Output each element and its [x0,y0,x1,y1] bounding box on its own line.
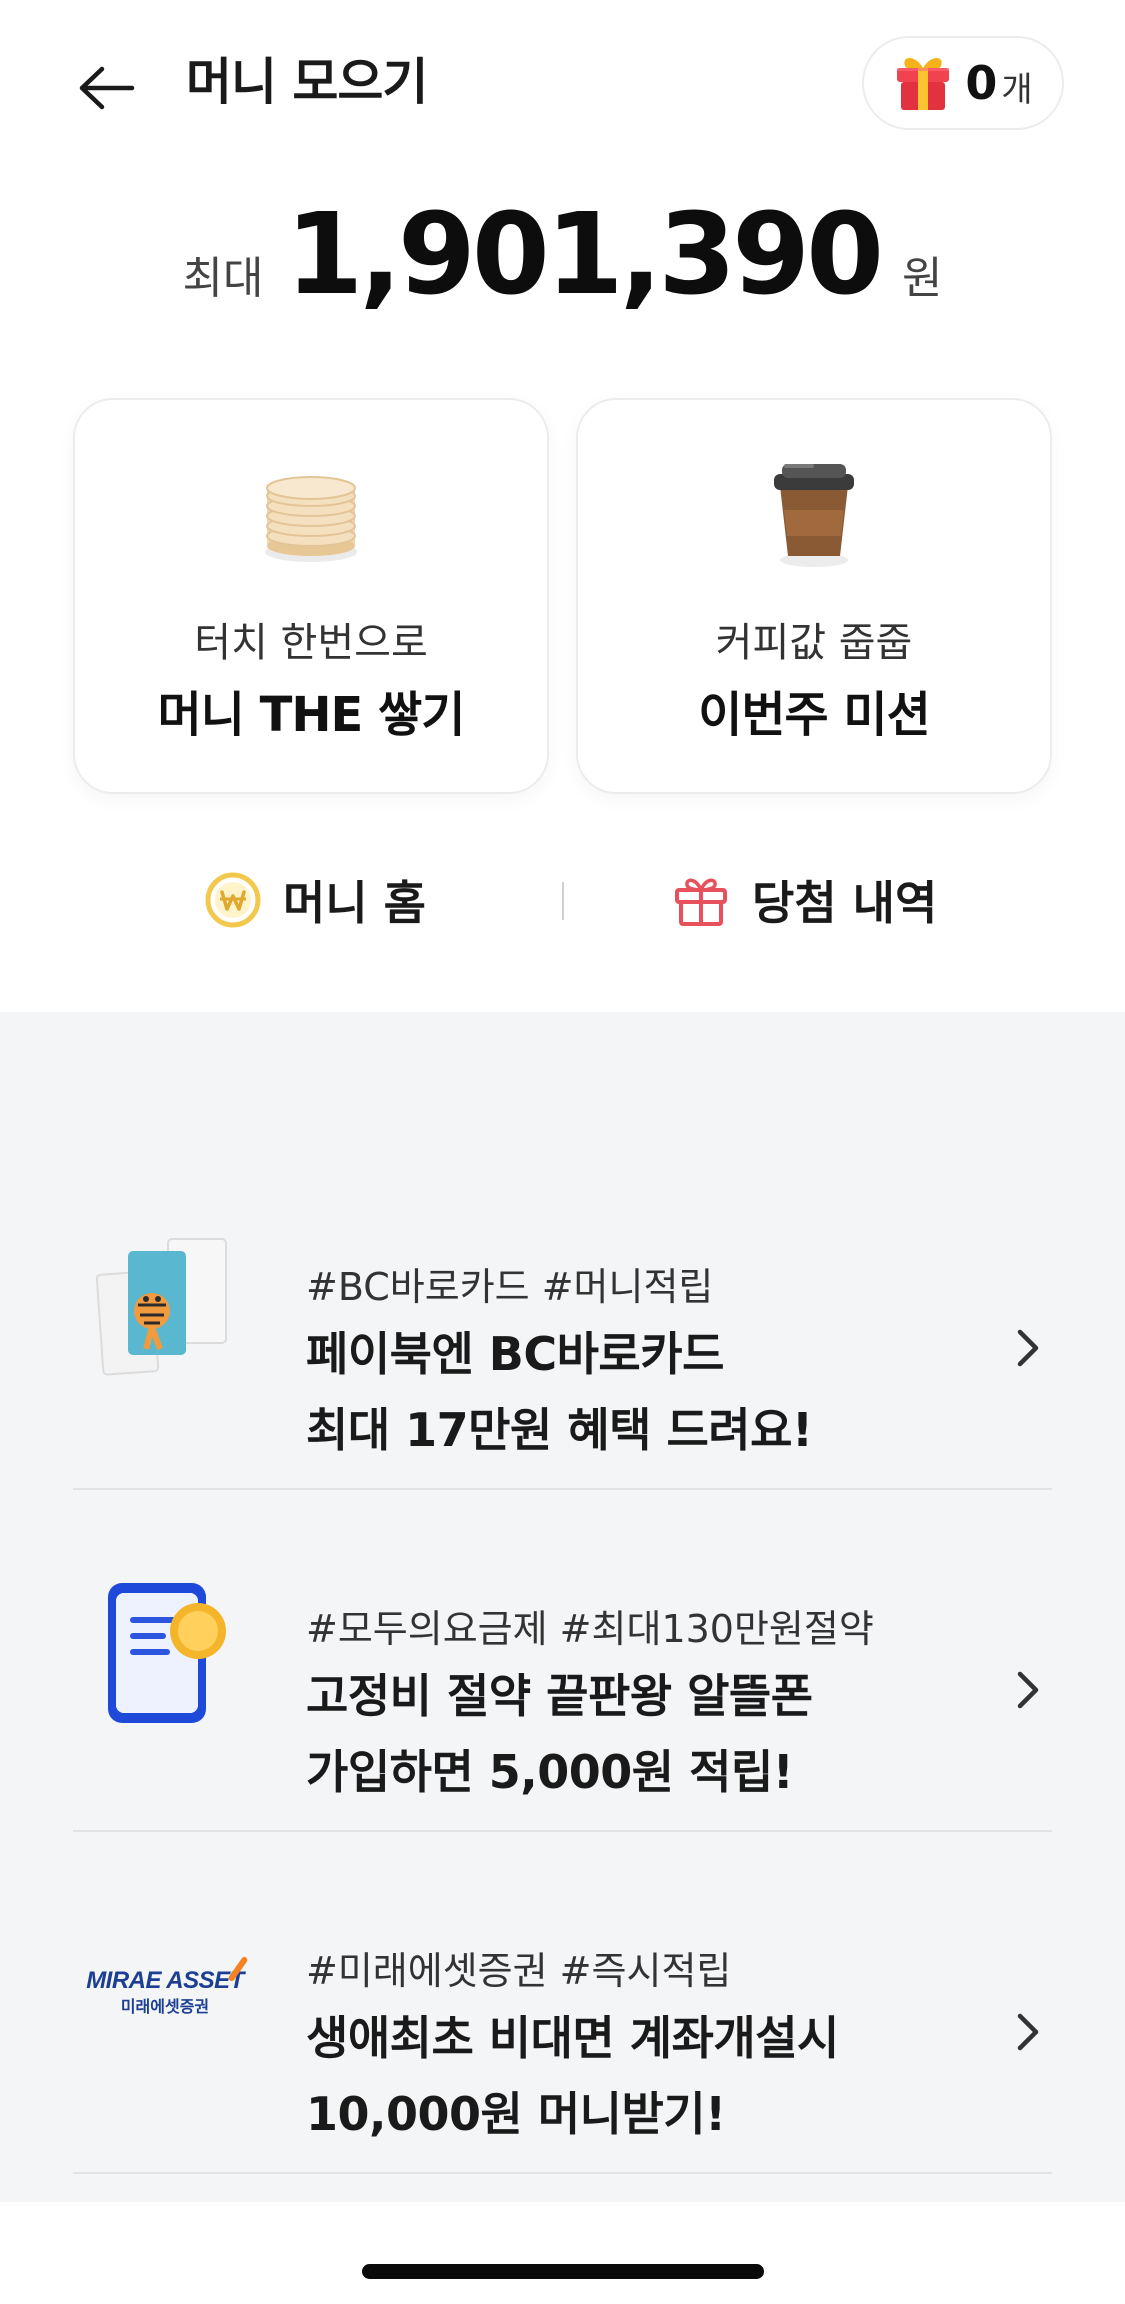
money-stack-card[interactable]: 터치 한번으로 머니 THE 쌓기 [73,398,549,794]
arrow-left-icon [79,66,135,110]
max-prefix: 최대 [182,253,264,304]
chevron-right-icon [1017,1671,1039,1709]
chevron-right-icon [1017,2013,1039,2051]
promo-tags: #모두의요금제 #최대130만원절약 [306,1607,874,1651]
home-bar-area [0,2202,1125,2304]
promo-tags: #BC바로카드 #머니적립 [306,1265,714,1309]
card-subtitle: 터치 한번으로 [194,620,428,666]
promo-title-line2: 최대 17만원 혜택 드려요! [306,1403,813,1457]
winning-history-label: 당첨 내역 [752,876,938,930]
gift-count-button[interactable]: 0 개 [862,36,1064,130]
won-coin-icon [205,872,261,928]
phone-coin-icon [85,1570,245,1730]
promo-title-line2: 10,000원 머니받기! [306,2087,726,2141]
promo-item-mirae-asset[interactable]: MIRAE ASSET 미래에셋증권 #미래에셋증권 #즉시적립 생애최초 비대… [73,1832,1052,2174]
promo-item-mvno[interactable]: #모두의요금제 #최대130만원절약 고정비 절약 끝판왕 알뜰폰 가입하면 5… [73,1490,1052,1832]
gift-icon [675,878,727,926]
promo-item-bc-card[interactable]: #BC바로카드 #머니적립 페이북엔 BC바로카드 최대 17만원 혜택 드려요… [73,1148,1052,1490]
gift-box-icon [897,58,950,110]
gift-count: 0 [965,56,998,110]
promo-tags: #미래에셋증권 #즉시적립 [306,1949,732,1993]
quick-divider [562,882,564,920]
home-indicator[interactable] [362,2264,764,2279]
promo-title-line2: 가입하면 5,000원 적립! [306,1745,794,1799]
promo-title-line1: 고정비 절약 끝판왕 알뜰폰 [306,1669,813,1723]
header: 머니 모으기 0 개 [0,0,1125,170]
max-amount: 1,901,390 [285,190,884,320]
chevron-right-icon [1017,1329,1039,1367]
mirae-asset-logo: MIRAE ASSET 미래에셋증권 [85,1912,249,2072]
card-subtitle: 커피값 줍줍 [715,620,913,666]
gift-count-unit: 개 [1001,69,1033,110]
promo-divider [73,2172,1052,2174]
promo-title-line1: 페이북엔 BC바로카드 [306,1327,724,1381]
money-home-link[interactable]: 머니 홈 [205,860,426,940]
coin-stack-icon [251,452,371,572]
promo-title-line1: 생애최초 비대면 계좌개설시 [306,2011,839,2065]
winning-history-link[interactable]: 당첨 내역 [672,860,937,940]
bc-card-icon [85,1228,245,1388]
max-unit: 원 [902,253,943,304]
coffee-cup-icon [754,452,874,572]
card-title: 머니 THE 쌓기 [157,687,466,743]
weekly-mission-card[interactable]: 커피값 줍줍 이번주 미션 [576,398,1052,794]
money-home-label: 머니 홈 [283,876,426,930]
back-button[interactable] [70,52,142,124]
page-title: 머니 모으기 [186,53,428,111]
quick-links: 머니 홈 당첨 내역 [0,860,1125,940]
max-amount-row: 최대 1,901,390 원 [0,190,1125,320]
card-title: 이번주 미션 [698,687,931,743]
